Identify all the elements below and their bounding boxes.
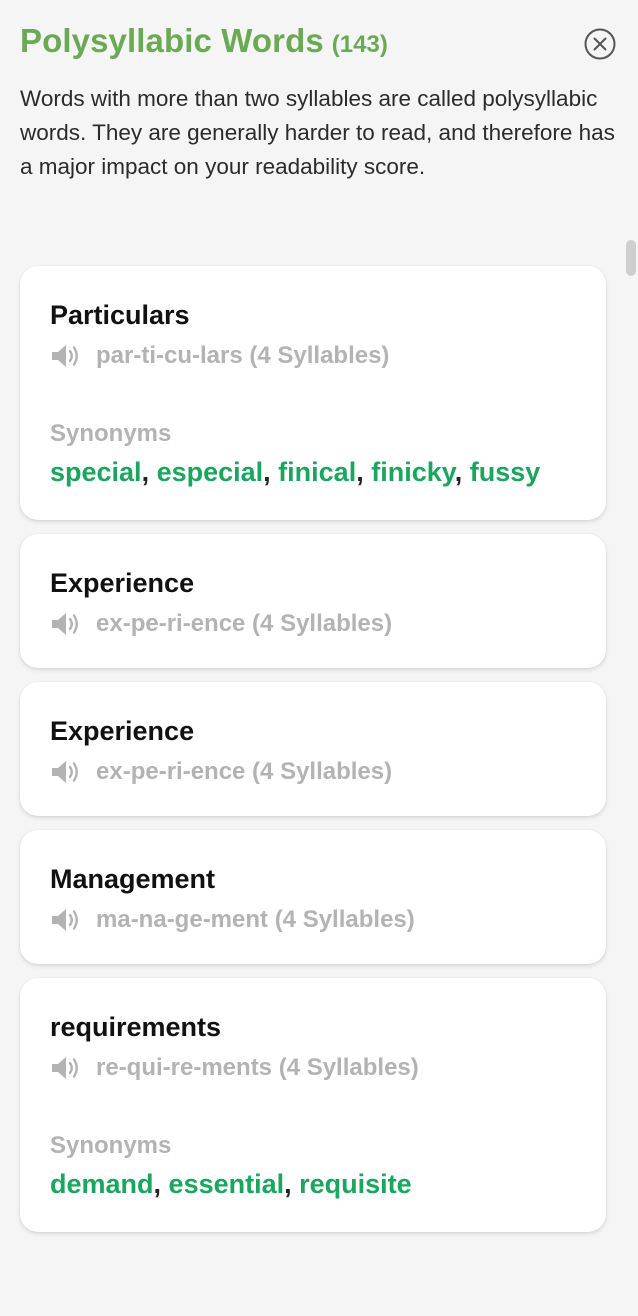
word-card: Particulars par-ti-cu-lars (4 Syllables) S… [20,266,606,520]
syllable-breakdown: re-qui-re-ments (4 Syllables) [96,1054,419,1081]
card-word: requirements [50,1012,222,1042]
word-card: Experience ex-pe-ri-ence (4 Syllables) [20,682,606,816]
syllable-row: ex-pe-ri-ence (4 Syllables) [50,608,576,640]
syllable-row: ma-na-ge-ment (4 Syllables) [50,904,576,936]
synonym-link[interactable]: finicky [371,457,455,487]
card-word: Management [50,864,216,894]
close-button[interactable] [584,28,616,60]
synonym-link[interactable]: fussy [470,457,541,487]
synonym-link[interactable]: demand [50,1169,154,1199]
speaker-icon[interactable] [50,610,82,638]
card-word: Experience [50,716,195,746]
synonym-link[interactable]: especial [157,457,264,487]
synonyms-label: Synonyms [50,1132,172,1159]
word-count: (143) [331,31,388,58]
synonym-link[interactable]: essential [169,1169,285,1199]
synonyms-list: special, especial, finical, finicky, fus… [50,452,576,492]
syllable-breakdown: ex-pe-ri-ence (4 Syllables) [96,610,393,637]
word-card: requirements re-qui-re-ments (4 Syllables… [20,978,606,1232]
panel-header: Polysyllabic Words (143) [20,22,580,60]
syllable-row: ex-pe-ri-ence (4 Syllables) [50,756,576,788]
synonym-separator: , [141,457,157,487]
card-word: Experience [50,568,195,598]
synonyms-label: Synonyms [50,420,172,447]
synonym-link[interactable]: special [50,457,142,487]
speaker-icon[interactable] [50,758,82,786]
speaker-icon[interactable] [50,906,82,934]
synonym-link[interactable]: requisite [299,1169,412,1199]
scrollbar-thumb[interactable] [626,240,636,276]
synonym-separator: , [356,457,372,487]
speaker-icon[interactable] [50,342,82,370]
syllable-row: re-qui-re-ments (4 Syllables) [50,1052,576,1084]
synonyms-list: demand, essential, requisite [50,1164,576,1204]
speaker-icon[interactable] [50,1054,82,1082]
synonym-separator: , [263,457,279,487]
panel-description: Words with more than two syllables are c… [20,86,615,179]
syllable-breakdown: ex-pe-ri-ence (4 Syllables) [96,758,393,785]
word-card: Management ma-na-ge-ment (4 Syllables) [20,830,606,964]
syllable-breakdown: par-ti-cu-lars (4 Syllables) [96,342,390,369]
card-word: Particulars [50,300,190,330]
synonym-separator: , [454,457,470,487]
synonym-separator: , [153,1169,169,1199]
title-row: Polysyllabic Words (143) [20,22,580,60]
word-card: Experience ex-pe-ri-ence (4 Syllables) [20,534,606,668]
close-circle-icon [584,28,616,60]
synonym-link[interactable]: finical [278,457,356,487]
syllable-breakdown: ma-na-ge-ment (4 Syllables) [96,906,415,933]
word-card-list: Particulars par-ti-cu-lars (4 Syllables) S… [20,266,606,1246]
panel-title: Polysyllabic Words [20,22,324,59]
synonym-separator: , [284,1169,300,1199]
syllable-row: par-ti-cu-lars (4 Syllables) [50,340,576,372]
